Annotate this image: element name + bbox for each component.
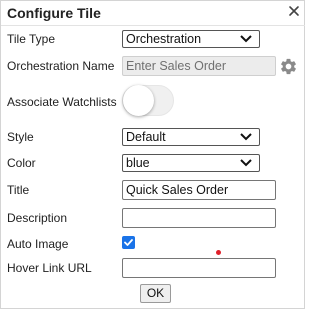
check-icon xyxy=(124,239,133,246)
configure-tile-dialog: Configure Tile Tile Type Orchestration O… xyxy=(0,0,305,309)
style-label: Style xyxy=(7,130,34,144)
hover-link-url-label: Hover Link URL xyxy=(7,261,92,275)
color-select[interactable]: blue xyxy=(122,154,260,172)
gear-icon[interactable] xyxy=(279,57,298,76)
chevron-down-icon xyxy=(240,133,252,141)
title-input[interactable]: Quick Sales Order xyxy=(122,180,276,200)
chevron-down-icon xyxy=(240,35,252,43)
hover-link-url-input[interactable] xyxy=(122,258,276,278)
marker-dot xyxy=(216,250,221,255)
description-label: Description xyxy=(7,211,68,225)
dialog-header: Configure Tile xyxy=(1,1,305,26)
close-icon[interactable] xyxy=(287,4,301,18)
auto-image-label: Auto Image xyxy=(7,237,69,251)
dialog-title: Configure Tile xyxy=(7,5,101,21)
tile-type-value: Orchestration xyxy=(126,32,202,46)
associate-watchlists-label: Associate Watchlists xyxy=(7,95,117,109)
description-input[interactable] xyxy=(122,208,276,228)
style-value: Default xyxy=(126,130,166,144)
orchestration-name-label: Orchestration Name xyxy=(7,59,115,73)
color-label: Color xyxy=(7,156,36,170)
orchestration-name-input[interactable]: Enter Sales Order xyxy=(122,56,276,76)
auto-image-checkbox[interactable] xyxy=(122,236,135,249)
title-label: Title xyxy=(7,183,30,197)
chevron-down-icon xyxy=(240,159,252,167)
style-select[interactable]: Default xyxy=(122,128,260,146)
toggle-knob xyxy=(123,85,154,116)
tile-type-label: Tile Type xyxy=(7,32,56,46)
color-value: blue xyxy=(126,156,150,170)
tile-type-select[interactable]: Orchestration xyxy=(122,30,260,48)
ok-button[interactable]: OK xyxy=(140,284,171,303)
associate-watchlists-toggle[interactable] xyxy=(122,85,174,116)
